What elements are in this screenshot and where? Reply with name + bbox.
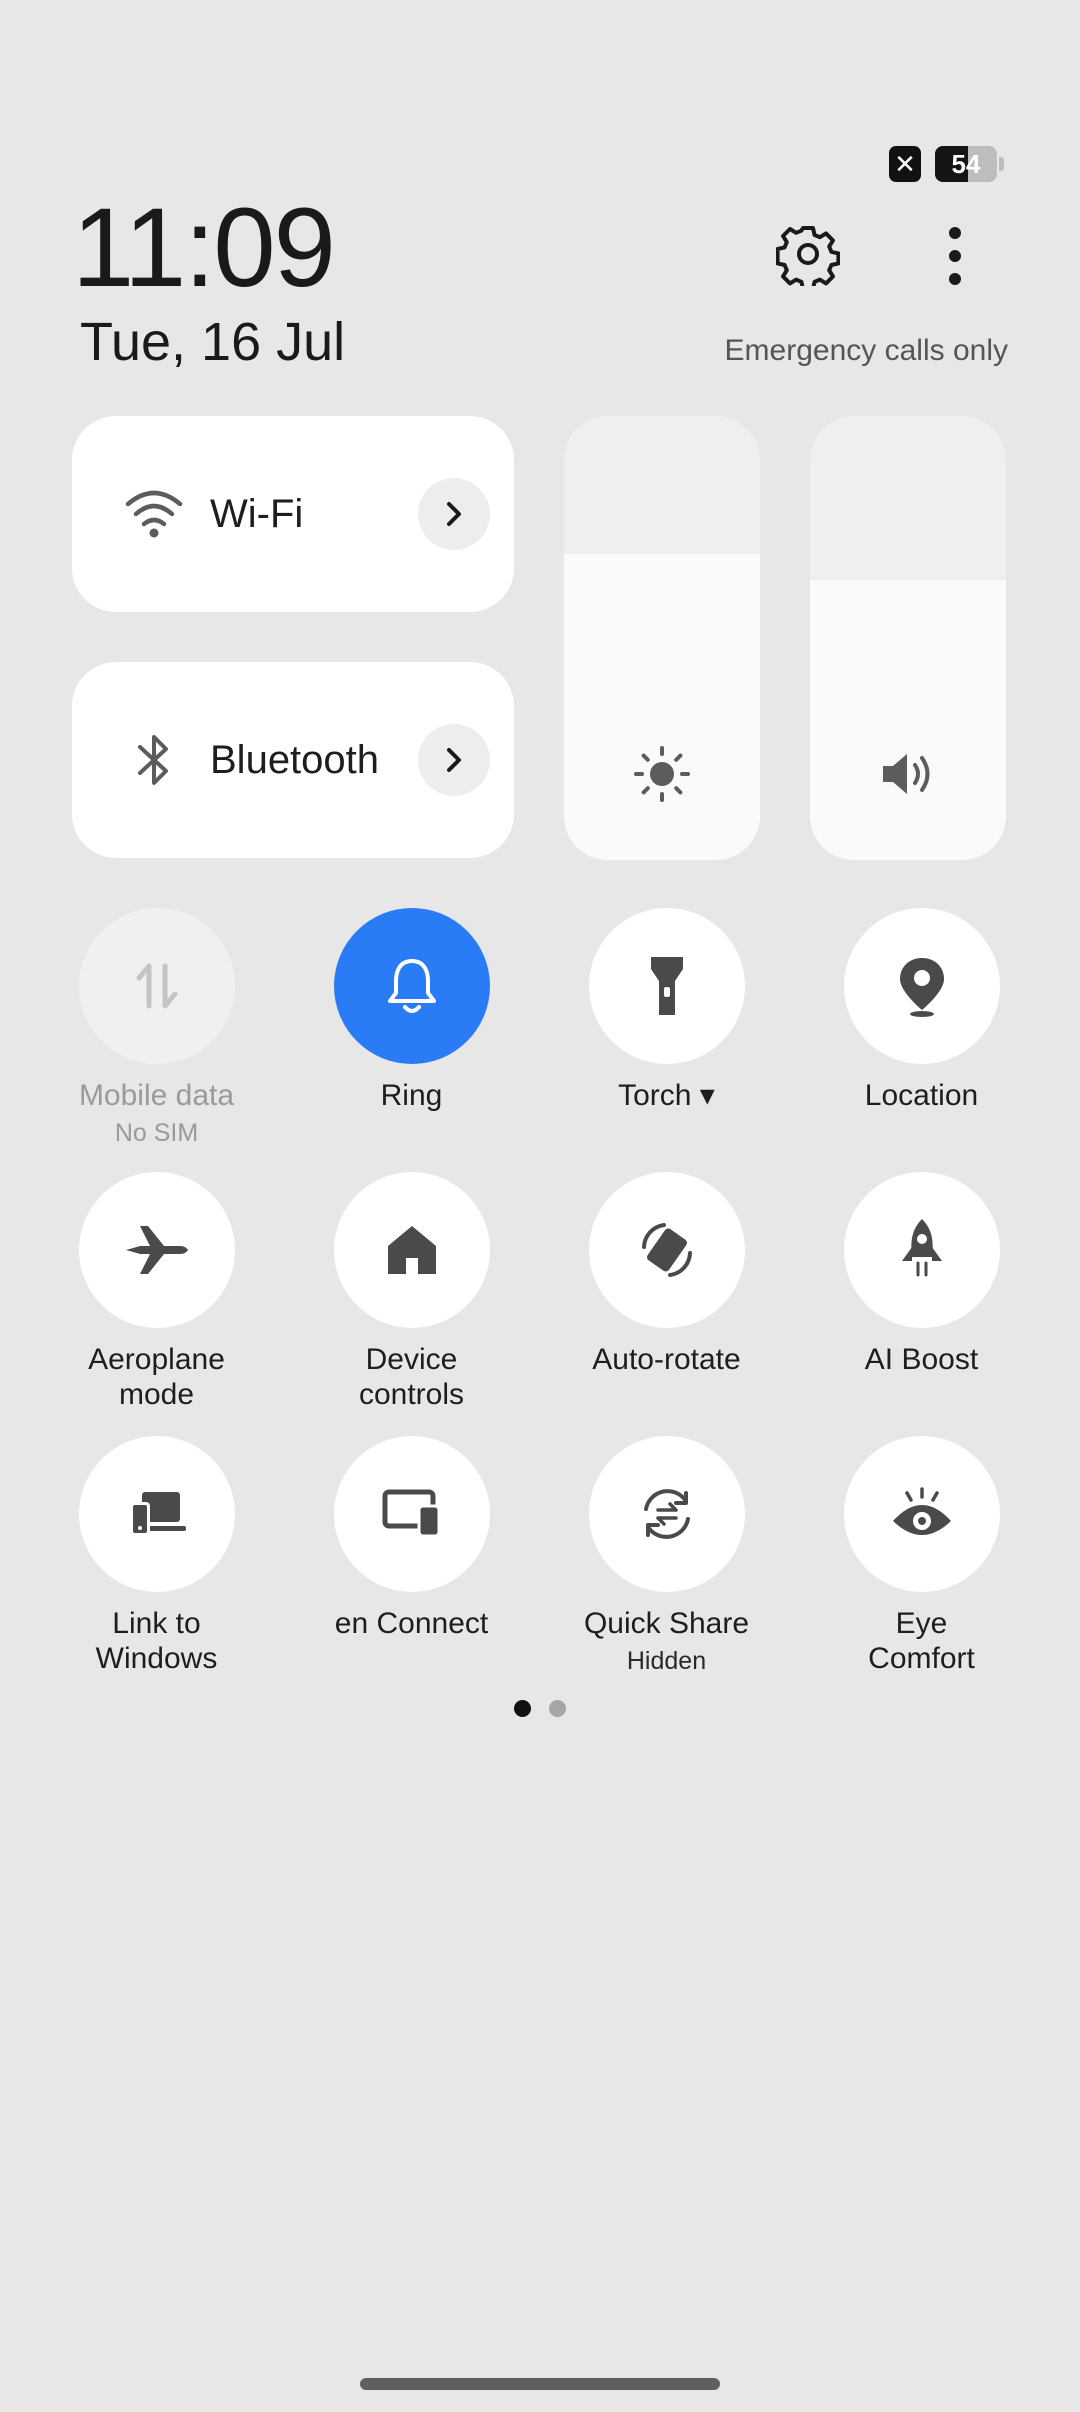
torch-icon[interactable] xyxy=(588,908,745,1064)
tile-label: Link to Windows xyxy=(95,1607,218,1675)
volume-slider[interactable] xyxy=(810,416,1006,860)
tile-mobile-data[interactable]: Mobile data No SIM xyxy=(29,908,284,1148)
bluetooth-card[interactable]: Bluetooth xyxy=(72,662,514,858)
tile-sublabel: No SIM xyxy=(114,1119,199,1147)
chevron-right-icon xyxy=(447,748,461,772)
tile-label: Location xyxy=(864,1079,979,1112)
chevron-right-icon xyxy=(447,502,461,526)
tile-ai-boost[interactable]: AI Boost xyxy=(794,1172,1049,1377)
tile-label: AI Boost xyxy=(864,1343,979,1376)
airplane-icon[interactable] xyxy=(78,1172,235,1328)
tile-aeroplane-mode[interactable]: Aeroplane mode xyxy=(29,1172,284,1412)
wifi-card[interactable]: Wi-Fi xyxy=(72,416,514,612)
bell-icon[interactable] xyxy=(333,908,490,1064)
page-indicator xyxy=(0,1700,1080,1717)
tile-location[interactable]: Location xyxy=(794,908,1049,1113)
wifi-label: Wi-Fi xyxy=(210,491,304,536)
volume-level-fill xyxy=(810,580,1006,860)
tile-label: Torch ▾ xyxy=(618,1079,715,1112)
brightness-level-fill xyxy=(564,553,760,860)
bluetooth-icon xyxy=(114,720,194,800)
bluetooth-details-button[interactable] xyxy=(418,724,490,796)
brightness-icon xyxy=(564,744,760,804)
link-to-windows-icon[interactable] xyxy=(78,1436,235,1592)
eye-icon[interactable] xyxy=(843,1436,1000,1592)
status-bar: ✕ 54 xyxy=(889,146,1004,182)
home-icon[interactable] xyxy=(333,1172,490,1328)
brightness-slider[interactable] xyxy=(564,416,760,860)
tile-label: Mobile data xyxy=(78,1079,235,1112)
page-dot-2[interactable] xyxy=(549,1700,566,1717)
battery-icon: 54 xyxy=(935,146,997,182)
tile-label: Aeroplane mode xyxy=(88,1343,225,1411)
tile-label: Auto-rotate xyxy=(592,1343,741,1376)
screen-connect-icon[interactable] xyxy=(333,1436,490,1592)
tile-label: Eye Comfort xyxy=(868,1607,975,1675)
tile-label: Ring xyxy=(380,1079,443,1112)
wifi-details-button[interactable] xyxy=(418,478,490,550)
network-status: Emergency calls only xyxy=(724,334,1008,367)
quick-share-icon[interactable] xyxy=(588,1436,745,1592)
home-indicator-bar[interactable] xyxy=(360,2378,720,2390)
tile-sublabel: Hidden xyxy=(626,1647,707,1675)
page-dot-1[interactable] xyxy=(514,1700,531,1717)
tile-auto-rotate[interactable]: Auto-rotate xyxy=(539,1172,794,1377)
tile-eye-comfort[interactable]: Eye Comfort xyxy=(794,1436,1049,1676)
gear-icon[interactable] xyxy=(776,222,840,286)
tile-label: Quick Share xyxy=(583,1607,750,1640)
bluetooth-label: Bluetooth xyxy=(210,737,380,782)
tile-label: en Connect xyxy=(334,1607,489,1640)
tile-torch[interactable]: Torch ▾ xyxy=(539,908,794,1113)
tile-ring[interactable]: Ring xyxy=(284,908,539,1113)
tile-quick-share[interactable]: Quick Share Hidden xyxy=(539,1436,794,1676)
tile-screen-connect[interactable]: en Connect xyxy=(284,1436,539,1641)
tile-link-to-windows[interactable]: Link to Windows xyxy=(29,1436,284,1676)
more-vertical-icon[interactable] xyxy=(925,225,985,287)
auto-rotate-icon[interactable] xyxy=(588,1172,745,1328)
clock[interactable]: 11:09 xyxy=(72,192,336,304)
battery-level: 54 xyxy=(951,148,981,179)
tile-label: Device controls xyxy=(358,1343,465,1411)
sim-absent-icon: ✕ xyxy=(889,146,921,182)
tile-device-controls[interactable]: Device controls xyxy=(284,1172,539,1412)
battery-cap xyxy=(999,157,1004,171)
location-pin-icon[interactable] xyxy=(843,908,1000,1064)
volume-icon xyxy=(810,744,1006,804)
wifi-icon xyxy=(114,474,194,554)
date[interactable]: Tue, 16 Jul xyxy=(80,312,345,372)
rocket-icon[interactable] xyxy=(843,1172,1000,1328)
mobile-data-icon[interactable] xyxy=(78,908,235,1064)
